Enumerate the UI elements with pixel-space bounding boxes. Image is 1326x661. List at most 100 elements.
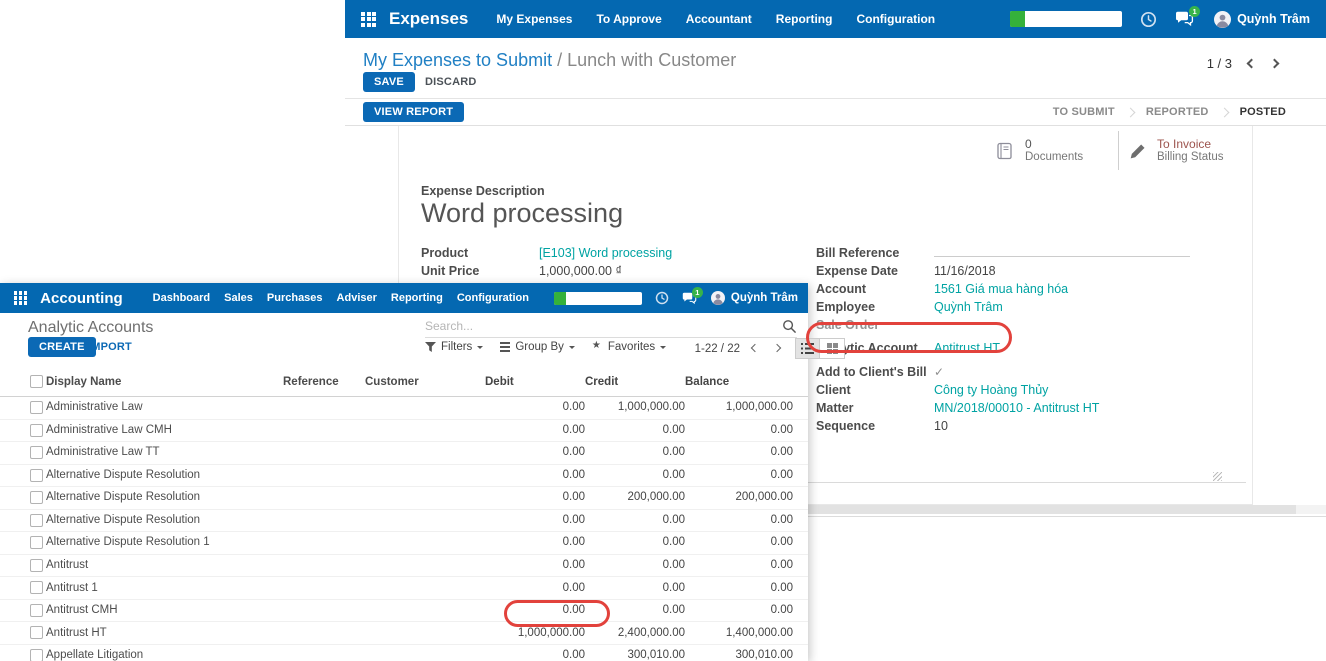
user-menu[interactable]: Quỳnh Trâm — [711, 291, 798, 305]
chevron-down-icon — [569, 346, 575, 352]
select-all-checkbox[interactable] — [30, 375, 43, 388]
field-value[interactable]: 11/16/2018 — [934, 264, 996, 278]
menu-item[interactable]: Accountant — [686, 12, 752, 26]
billing-status-stat-button[interactable]: To Invoice Billing Status — [1118, 131, 1252, 170]
import-button[interactable]: IMPORT — [88, 341, 132, 353]
expense-description-value[interactable]: Word processing — [421, 198, 623, 229]
menu-item[interactable]: Sales — [224, 292, 253, 304]
accounting-navbar: Accounting DashboardSalesPurchasesAdvise… — [0, 283, 808, 313]
row-checkbox[interactable] — [30, 649, 43, 661]
apps-grid-icon[interactable] — [361, 12, 376, 27]
kanban-view-button[interactable] — [820, 338, 845, 359]
filter-dropdown[interactable]: Group By — [500, 341, 575, 353]
row-checkbox[interactable] — [30, 469, 43, 482]
pager-next-icon[interactable] — [773, 344, 781, 352]
cell-debit: 0.00 — [485, 442, 585, 465]
cell-reference — [283, 419, 365, 442]
field-value[interactable]: Công ty Hoàng Thủy — [934, 383, 1048, 397]
field-value[interactable]: [E103] Word processing — [539, 246, 672, 260]
table-row[interactable]: Administrative Law CMH 0.00 0.00 0.00 — [0, 419, 808, 442]
resize-grip-icon[interactable] — [1213, 472, 1222, 481]
menu-item[interactable]: Adviser — [337, 292, 377, 304]
menu-item[interactable]: My Expenses — [496, 12, 572, 26]
table-row[interactable]: Administrative Law TT 0.00 0.00 0.00 — [0, 442, 808, 465]
clock-icon[interactable] — [1140, 11, 1157, 28]
status-step[interactable]: TO SUBMIT — [1053, 106, 1115, 118]
column-reference[interactable]: Reference — [283, 369, 365, 397]
breadcrumb-parent[interactable]: My Expenses to Submit — [363, 50, 552, 70]
field-label: Expense Date — [816, 262, 934, 280]
pager-next-icon[interactable] — [1270, 59, 1280, 69]
column-debit[interactable]: Debit — [485, 369, 585, 397]
table-row[interactable]: Appellate Litigation 0.00 300,010.00 300… — [0, 644, 808, 661]
menu-item[interactable]: Reporting — [391, 292, 443, 304]
documents-stat-button[interactable]: 0 Documents — [984, 131, 1118, 170]
timer-widget[interactable] — [1010, 11, 1122, 27]
column-credit[interactable]: Credit — [585, 369, 685, 397]
user-menu[interactable]: Quỳnh Trâm — [1214, 11, 1310, 28]
row-checkbox[interactable] — [30, 491, 43, 504]
cell-display-name: Antitrust HT — [46, 622, 283, 645]
messages-icon[interactable]: 1 — [682, 292, 697, 305]
table-row[interactable]: Antitrust 1 0.00 0.00 0.00 — [0, 577, 808, 600]
row-checkbox[interactable] — [30, 536, 43, 549]
table-row[interactable]: Alternative Dispute Resolution 0.00 0.00… — [0, 464, 808, 487]
filter-dropdown[interactable]: Filters — [425, 341, 483, 353]
list-view-button[interactable] — [795, 338, 820, 359]
view-report-button[interactable]: VIEW REPORT — [363, 102, 464, 122]
menu-item[interactable]: Dashboard — [153, 292, 210, 304]
status-step[interactable]: REPORTED — [1115, 106, 1209, 118]
field-value[interactable] — [934, 244, 1190, 257]
apps-grid-icon[interactable] — [14, 291, 27, 304]
menu-item[interactable]: Purchases — [267, 292, 323, 304]
row-checkbox[interactable] — [30, 581, 43, 594]
table-row[interactable]: Alternative Dispute Resolution 1 0.00 0.… — [0, 532, 808, 555]
table-row[interactable]: Antitrust 0.00 0.00 0.00 — [0, 554, 808, 577]
column-customer[interactable]: Customer — [365, 369, 485, 397]
breadcrumb-current: Lunch with Customer — [567, 50, 736, 70]
save-button[interactable]: SAVE — [363, 72, 415, 92]
field-value[interactable]: 10 — [934, 419, 948, 433]
column-balance[interactable]: Balance — [685, 369, 808, 397]
table-row[interactable]: Alternative Dispute Resolution 0.00 200,… — [0, 487, 808, 510]
menu-item[interactable]: Configuration — [457, 292, 529, 304]
form-field-row: EmployeeQuỳnh Trâm — [816, 298, 1236, 316]
clock-icon[interactable] — [655, 291, 669, 305]
field-value[interactable]: 1,000,000.00 ₫ — [539, 264, 622, 278]
row-checkbox[interactable] — [30, 424, 43, 437]
create-button[interactable]: CREATE — [28, 337, 96, 357]
table-row[interactable]: Alternative Dispute Resolution 0.00 0.00… — [0, 509, 808, 532]
messages-icon[interactable]: 1 — [1175, 11, 1194, 27]
row-checkbox[interactable] — [30, 401, 43, 414]
row-checkbox[interactable] — [30, 626, 43, 639]
timer-widget[interactable] — [554, 292, 642, 305]
pager-previous-icon[interactable] — [1247, 59, 1257, 69]
field-value[interactable]: Antitrust HT — [934, 341, 1000, 355]
field-value[interactable]: 1561 Giá mua hàng hóa — [934, 282, 1068, 296]
row-checkbox[interactable] — [30, 559, 43, 572]
cell-customer — [365, 419, 485, 442]
table-row[interactable]: Antitrust HT 1,000,000.00 2,400,000.00 1… — [0, 622, 808, 645]
field-value[interactable]: ✓ — [934, 365, 944, 379]
row-checkbox[interactable] — [30, 446, 43, 459]
analytic-accounts-table: Display Name Reference Customer Debit Cr… — [0, 369, 808, 661]
menu-item[interactable]: Reporting — [776, 12, 833, 26]
pager-previous-icon[interactable] — [751, 344, 759, 352]
menu-item[interactable]: To Approve — [596, 12, 661, 26]
search-icon[interactable] — [782, 319, 797, 334]
search-input[interactable] — [425, 319, 782, 333]
field-value[interactable]: Quỳnh Trâm — [934, 300, 1003, 314]
field-value[interactable]: MN/2018/00010 - Antitrust HT — [934, 401, 1099, 415]
row-checkbox[interactable] — [30, 514, 43, 527]
menu-item[interactable]: Configuration — [856, 12, 935, 26]
row-checkbox[interactable] — [30, 604, 43, 617]
column-display-name[interactable]: Display Name — [46, 369, 283, 397]
discard-button[interactable]: DISCARD — [425, 76, 477, 88]
status-step[interactable]: POSTED — [1209, 106, 1286, 118]
cell-reference — [283, 464, 365, 487]
stat-buttons: 0 Documents To Invoice Billing Status — [984, 131, 1252, 170]
pager-value: 1 / 3 — [1207, 56, 1232, 71]
cell-debit: 0.00 — [485, 419, 585, 442]
table-row[interactable]: Antitrust CMH 0.00 0.00 0.00 — [0, 599, 808, 622]
table-row[interactable]: Administrative Law 0.00 1,000,000.00 1,0… — [0, 397, 808, 420]
